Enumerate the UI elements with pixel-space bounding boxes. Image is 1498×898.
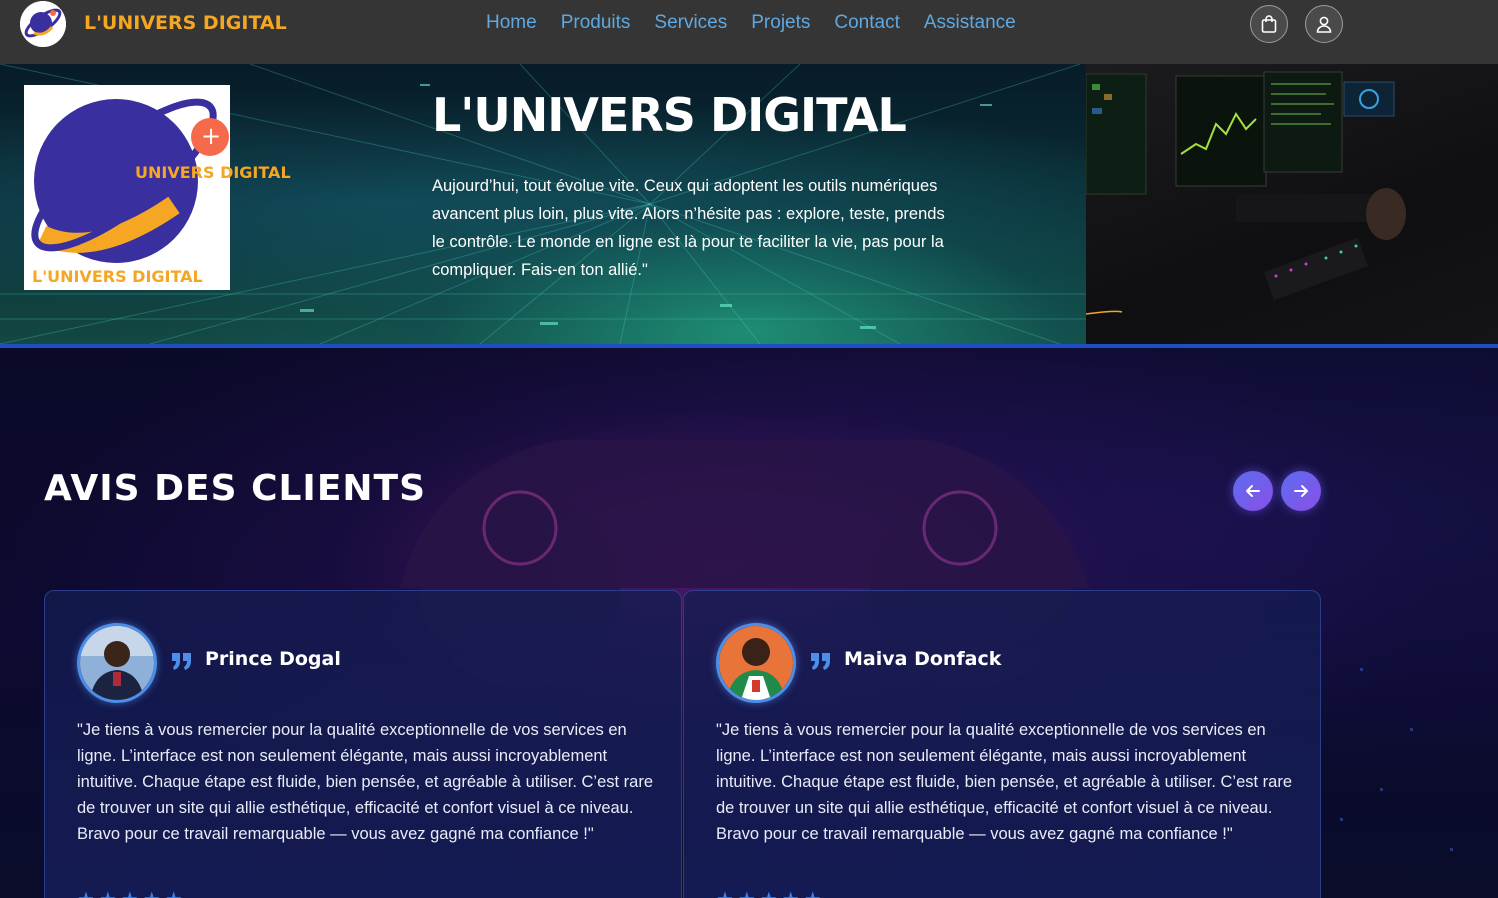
reviewer-name: Maiva Donfack [844, 648, 1002, 670]
hero-tagline: Aujourd’hui, tout évolue vite. Ceux qui … [432, 177, 945, 279]
review-text: "Je tiens à vous remercier pour la quali… [716, 721, 1293, 843]
nav-link-produits[interactable]: Produits [561, 12, 631, 34]
reviews-next-button[interactable] [1281, 471, 1321, 511]
review-text: "Je tiens à vous remercier pour la quali… [77, 721, 654, 843]
hero-section: + UNIVERS DIGITAL L'UNIVERS DIGITAL L'UN… [0, 64, 1498, 344]
nav-link-projets[interactable]: Projets [751, 12, 810, 34]
hero-title: L'UNIVERS DIGITAL [432, 88, 907, 142]
user-icon [1316, 16, 1332, 33]
top-navbar: L'UNIVERS DIGITAL Home Produits Services… [0, 0, 1498, 65]
avatar [716, 623, 796, 703]
quote-icon [811, 653, 830, 670]
avatar [77, 623, 157, 703]
star-rating: ★★★★★ [716, 887, 826, 898]
nav-link-assistance[interactable]: Assistance [924, 12, 1016, 34]
brand-logo[interactable] [20, 1, 66, 47]
reviews-prev-button[interactable] [1233, 471, 1273, 511]
review-card: Maiva Donfack "Je tiens à vous remercier… [683, 590, 1321, 898]
hero-trading-photo [1086, 64, 1498, 344]
review-card: Prince Dogal "Je tiens à vous remercier … [44, 590, 682, 898]
trading-desk-illustration [1086, 71, 1406, 315]
nav-link-contact[interactable]: Contact [834, 12, 899, 34]
nav-link-home[interactable]: Home [486, 12, 537, 34]
planet-logo-graphic [31, 98, 229, 263]
arrow-right-icon [1294, 485, 1308, 497]
logo-text-top: UNIVERS DIGITAL [135, 163, 291, 182]
quote-icon [172, 653, 191, 670]
reviews-title: AVIS DES CLIENTS [44, 468, 427, 509]
nav-link-services[interactable]: Services [654, 12, 727, 34]
shopping-bag-icon [1261, 15, 1277, 33]
account-button[interactable] [1305, 5, 1343, 43]
hero-brand-logo[interactable]: + UNIVERS DIGITAL L'UNIVERS DIGITAL [24, 85, 291, 290]
brand-name[interactable]: L'UNIVERS DIGITAL [84, 12, 287, 34]
main-nav: Home Produits Services Projets Contact A… [486, 12, 1040, 34]
reviewer-name: Prince Dogal [205, 648, 341, 670]
cart-button[interactable] [1250, 5, 1288, 43]
star-rating: ★★★★★ [77, 887, 187, 898]
reviews-section: AVIS DES CLIENTS Prince Dogal "Je tiens … [0, 348, 1498, 898]
arrow-left-icon [1246, 485, 1260, 497]
logo-plus: + [201, 122, 222, 150]
logo-text-bottom: L'UNIVERS DIGITAL [32, 267, 203, 286]
